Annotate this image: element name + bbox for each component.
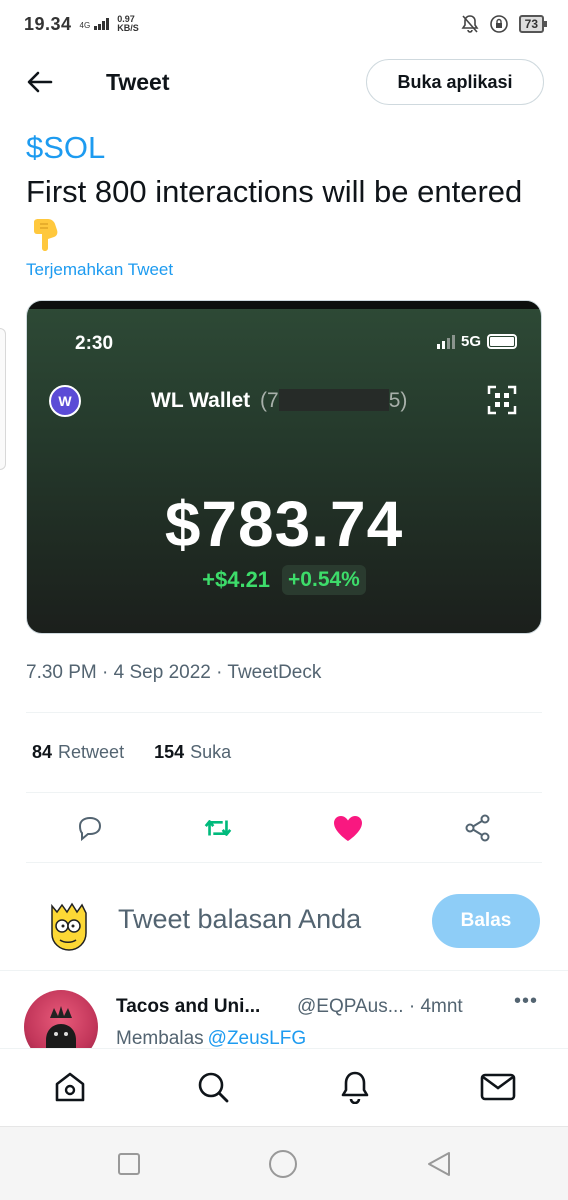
- more-options-button[interactable]: •••: [514, 990, 538, 1013]
- status-bar: 19.34 4G 0.97 KB/S 73: [0, 0, 568, 48]
- mention-link[interactable]: @ZeusLFG: [208, 1028, 306, 1048]
- change-percent: +0.54%: [282, 565, 366, 595]
- back-system-button[interactable]: [424, 1149, 454, 1179]
- reply-author-avatar[interactable]: [24, 990, 98, 1048]
- screenshot-status: 5G: [436, 333, 517, 350]
- retweet-icon: [204, 820, 232, 836]
- qr-scan-icon: [487, 385, 517, 415]
- translate-tweet-link[interactable]: Terjemahkan Tweet: [26, 260, 173, 280]
- signal-icon: [436, 334, 455, 349]
- nav-search[interactable]: [195, 1069, 231, 1105]
- system-navigation-bar: [0, 1126, 568, 1200]
- tweet-text: $SOL First 800 interactions will be ente…: [26, 126, 546, 258]
- nav-home[interactable]: [52, 1069, 88, 1105]
- wallet-title: WL Wallet (7 5): [151, 389, 408, 412]
- square-icon: [118, 1153, 140, 1175]
- reply-button[interactable]: [74, 812, 106, 844]
- mute-bell-icon: [461, 15, 479, 33]
- nav-notifications[interactable]: [337, 1069, 373, 1105]
- home-system-button[interactable]: [268, 1149, 298, 1179]
- mail-icon: [480, 1073, 516, 1101]
- network-type: 4G: [79, 21, 91, 30]
- cashtag-link[interactable]: $SOL: [26, 126, 546, 170]
- redacted-address: [278, 389, 389, 411]
- wallet-balance: $783.74: [164, 488, 404, 560]
- wallet-avatar: W: [49, 385, 81, 417]
- divider: [26, 792, 542, 793]
- reply-tweet[interactable]: Tacos and Uni... @EQPAus... · 4mnt ••• M…: [0, 972, 568, 1048]
- tweet-timestamp[interactable]: 7.30 PM · 4 Sep 2022 · TweetDeck: [26, 662, 321, 684]
- heart-icon: [334, 816, 362, 841]
- tweet-actions: [26, 806, 542, 850]
- retweets-stat[interactable]: 84 Retweet: [32, 742, 124, 763]
- balance-change: +$4.21 +0.54%: [27, 565, 541, 595]
- reply-author-handle: @EQPAus... · 4mnt: [297, 996, 463, 1017]
- status-time: 19.34: [24, 13, 72, 34]
- battery-icon: [487, 334, 517, 349]
- user-avatar: [51, 902, 87, 951]
- bell-icon: [341, 1071, 369, 1104]
- triangle-back-icon: [428, 1152, 450, 1176]
- back-button[interactable]: [24, 66, 56, 98]
- reply-input[interactable]: Tweet balasan Anda: [118, 904, 361, 935]
- edge-handle: [0, 328, 6, 470]
- network-speed: 0.97 KB/S: [117, 14, 139, 33]
- reply-submit-button[interactable]: Balas: [432, 894, 540, 948]
- pointing-down-emoji-icon: [34, 219, 58, 251]
- nav-messages[interactable]: [480, 1069, 516, 1105]
- reply-author-name[interactable]: Tacos and Uni...: [116, 996, 260, 1018]
- arrow-left-icon: [27, 71, 53, 93]
- network-indicator: 4G: [80, 18, 110, 30]
- divider: [26, 862, 542, 863]
- divider: [0, 970, 568, 971]
- screenshot-network: 5G: [460, 333, 481, 350]
- like-button[interactable]: [332, 812, 364, 844]
- comment-icon: [78, 816, 102, 842]
- screenshot-time: 2:30: [75, 333, 114, 354]
- tweet-stats: 84 Retweet 154 Suka: [32, 742, 231, 763]
- tweet-text-line: First 800 interactions will be entered: [26, 174, 523, 209]
- lock-rotation-icon: [489, 15, 508, 33]
- top-app-bar: Tweet Buka aplikasi: [0, 48, 568, 116]
- circle-icon: [269, 1150, 297, 1178]
- replying-to: Membalas @ZeusLFG: [116, 1028, 307, 1048]
- share-button[interactable]: [462, 812, 494, 844]
- recent-apps-button[interactable]: [114, 1149, 144, 1179]
- retweet-button[interactable]: [202, 812, 234, 844]
- page-title: Tweet: [106, 68, 170, 95]
- open-app-button[interactable]: Buka aplikasi: [366, 59, 544, 105]
- divider: [26, 712, 542, 713]
- signal-icon: [94, 18, 110, 30]
- search-icon: [198, 1072, 229, 1103]
- battery-indicator: 73: [518, 15, 548, 33]
- bottom-navigation: [0, 1048, 568, 1126]
- home-icon: [55, 1072, 85, 1102]
- likes-stat[interactable]: 154 Suka: [154, 742, 231, 763]
- change-amount: +$4.21: [202, 567, 271, 592]
- share-icon: [465, 814, 490, 842]
- tweet-media-image[interactable]: 2:30 5G W WL Wallet (7 5) $783.74 +$4.21 …: [26, 300, 542, 634]
